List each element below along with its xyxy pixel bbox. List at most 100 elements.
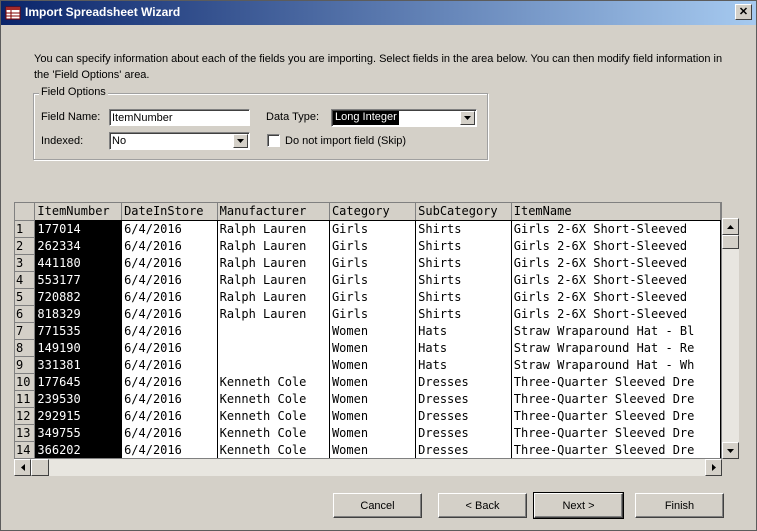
row-number[interactable]: 10 <box>15 373 36 391</box>
table-row[interactable]: 4 553177 6/4/2016 Ralph Lauren Girls Shirts Gi… <box>15 271 721 289</box>
table-cell[interactable]: 818329 <box>34 305 123 322</box>
column-header[interactable]: Category <box>329 203 417 221</box>
table-cell[interactable]: 349755 <box>34 424 123 441</box>
row-number[interactable]: 9 <box>15 356 36 374</box>
table-cell[interactable]: Dresses <box>415 424 512 441</box>
arrow-right-icon[interactable] <box>705 459 722 476</box>
table-cell[interactable]: 6/4/2016 <box>121 254 218 271</box>
arrow-down-icon[interactable] <box>722 442 739 459</box>
table-cell[interactable]: 6/4/2016 <box>121 220 218 237</box>
data-type-select[interactable]: Long Integer <box>331 109 477 127</box>
table-cell[interactable]: Girls <box>329 254 417 271</box>
table-cell[interactable]: Ralph Lauren <box>217 220 330 237</box>
table-cell[interactable]: 6/4/2016 <box>121 288 218 305</box>
table-row[interactable]: 1 177014 6/4/2016 Ralph Lauren Girls Shirts Gi… <box>15 220 721 238</box>
table-cell[interactable]: Straw Wraparound Hat - Re <box>511 339 721 356</box>
table-cell[interactable]: Kenneth Cole <box>217 424 330 441</box>
table-cell[interactable]: Three-Quarter Sleeved Dre <box>511 407 721 424</box>
table-cell[interactable]: Shirts <box>415 254 512 271</box>
table-cell[interactable]: Women <box>329 424 417 441</box>
table-cell[interactable]: 239530 <box>34 390 123 407</box>
table-cell[interactable]: 441180 <box>34 254 123 271</box>
table-cell[interactable]: Dresses <box>415 441 512 458</box>
table-cell[interactable]: Straw Wraparound Hat - Wh <box>511 356 721 373</box>
row-number[interactable]: 2 <box>15 237 36 255</box>
table-cell[interactable]: 6/4/2016 <box>121 390 218 407</box>
table-cell[interactable]: Hats <box>415 322 512 339</box>
row-number[interactable]: 12 <box>15 407 36 425</box>
table-cell[interactable] <box>217 339 330 356</box>
vertical-scrollbar[interactable] <box>722 218 739 459</box>
table-cell[interactable]: Girls <box>329 237 417 254</box>
cancel-button[interactable]: Cancel <box>333 493 422 518</box>
table-cell[interactable]: 331381 <box>34 356 123 373</box>
table-cell[interactable]: 6/4/2016 <box>121 424 218 441</box>
table-cell[interactable]: Shirts <box>415 237 512 254</box>
table-cell[interactable]: 292915 <box>34 407 123 424</box>
table-cell[interactable]: Women <box>329 339 417 356</box>
back-button[interactable]: < Back <box>438 493 527 518</box>
finish-button[interactable]: Finish <box>635 493 724 518</box>
table-cell[interactable]: Three-Quarter Sleeved Dre <box>511 373 721 390</box>
table-cell[interactable]: Dresses <box>415 373 512 390</box>
table-cell[interactable]: Ralph Lauren <box>217 237 330 254</box>
table-cell[interactable]: 177645 <box>34 373 123 390</box>
table-row[interactable]: 6 818329 6/4/2016 Ralph Lauren Girls Shirts Gi… <box>15 305 721 323</box>
table-cell[interactable]: 6/4/2016 <box>121 237 218 254</box>
table-cell[interactable]: Three-Quarter Sleeved Dre <box>511 390 721 407</box>
row-number[interactable]: 13 <box>15 424 36 442</box>
row-number[interactable]: 1 <box>15 220 36 238</box>
chevron-down-icon[interactable] <box>460 111 475 125</box>
row-number[interactable]: 7 <box>15 322 36 340</box>
column-header[interactable]: DateInStore <box>121 203 218 221</box>
table-cell[interactable] <box>217 356 330 373</box>
table-cell[interactable]: Three-Quarter Sleeved Dre <box>511 424 721 441</box>
indexed-select[interactable]: No <box>109 132 250 150</box>
table-cell[interactable]: Girls <box>329 305 417 322</box>
table-row[interactable]: 8 149190 6/4/2016 Women Hats Straw Wraparound… <box>15 339 721 357</box>
horizontal-scrollbar[interactable] <box>14 459 722 476</box>
table-cell[interactable]: 6/4/2016 <box>121 407 218 424</box>
table-row[interactable]: 9 331381 6/4/2016 Women Hats Straw Wraparound… <box>15 356 721 374</box>
table-cell[interactable]: Straw Wraparound Hat - Bl <box>511 322 721 339</box>
table-cell[interactable]: Dresses <box>415 390 512 407</box>
table-cell[interactable]: Women <box>329 390 417 407</box>
table-cell[interactable]: 177014 <box>34 220 123 237</box>
table-cell[interactable]: Shirts <box>415 288 512 305</box>
table-cell[interactable]: Kenneth Cole <box>217 441 330 458</box>
row-number[interactable]: 4 <box>15 271 36 289</box>
table-row[interactable]: 12 292915 6/4/2016 Kenneth Cole Women Dresses… <box>15 407 721 425</box>
table-cell[interactable]: 720882 <box>34 288 123 305</box>
table-cell[interactable]: Shirts <box>415 220 512 237</box>
table-cell[interactable]: Women <box>329 356 417 373</box>
row-number[interactable]: 11 <box>15 390 36 408</box>
table-row[interactable]: 7 771535 6/4/2016 Women Hats Straw Wraparound… <box>15 322 721 340</box>
table-cell[interactable]: Women <box>329 322 417 339</box>
preview-grid[interactable]: ItemNumber DateInStore Manufacturer Cate… <box>14 202 722 459</box>
table-row[interactable]: 2 262334 6/4/2016 Ralph Lauren Girls Shirts Gi… <box>15 237 721 255</box>
row-number[interactable]: 6 <box>15 305 36 323</box>
table-cell[interactable]: Girls 2-6X Short-Sleeved <box>511 271 721 288</box>
table-cell[interactable]: Girls 2-6X Short-Sleeved <box>511 305 721 322</box>
table-cell[interactable]: Women <box>329 373 417 390</box>
table-cell[interactable]: 771535 <box>34 322 123 339</box>
table-cell[interactable]: Kenneth Cole <box>217 390 330 407</box>
table-cell[interactable]: 366202 <box>34 441 123 458</box>
table-cell[interactable]: 6/4/2016 <box>121 271 218 288</box>
chevron-down-icon[interactable] <box>233 134 248 148</box>
table-cell[interactable]: Women <box>329 441 417 458</box>
table-cell[interactable]: 149190 <box>34 339 123 356</box>
row-number[interactable]: 5 <box>15 288 36 306</box>
table-cell[interactable] <box>217 322 330 339</box>
table-cell[interactable]: Girls 2-6X Short-Sleeved <box>511 237 721 254</box>
table-cell[interactable]: 6/4/2016 <box>121 441 218 458</box>
table-cell[interactable]: Dresses <box>415 407 512 424</box>
table-cell[interactable]: 6/4/2016 <box>121 339 218 356</box>
skip-field-checkbox[interactable] <box>267 134 280 147</box>
table-cell[interactable]: 262334 <box>34 237 123 254</box>
table-cell[interactable]: Hats <box>415 339 512 356</box>
row-number[interactable]: 8 <box>15 339 36 357</box>
table-row[interactable]: 5 720882 6/4/2016 Ralph Lauren Girls Shirts Gi… <box>15 288 721 306</box>
column-header[interactable]: Manufacturer <box>217 203 330 221</box>
table-cell[interactable]: Girls <box>329 271 417 288</box>
